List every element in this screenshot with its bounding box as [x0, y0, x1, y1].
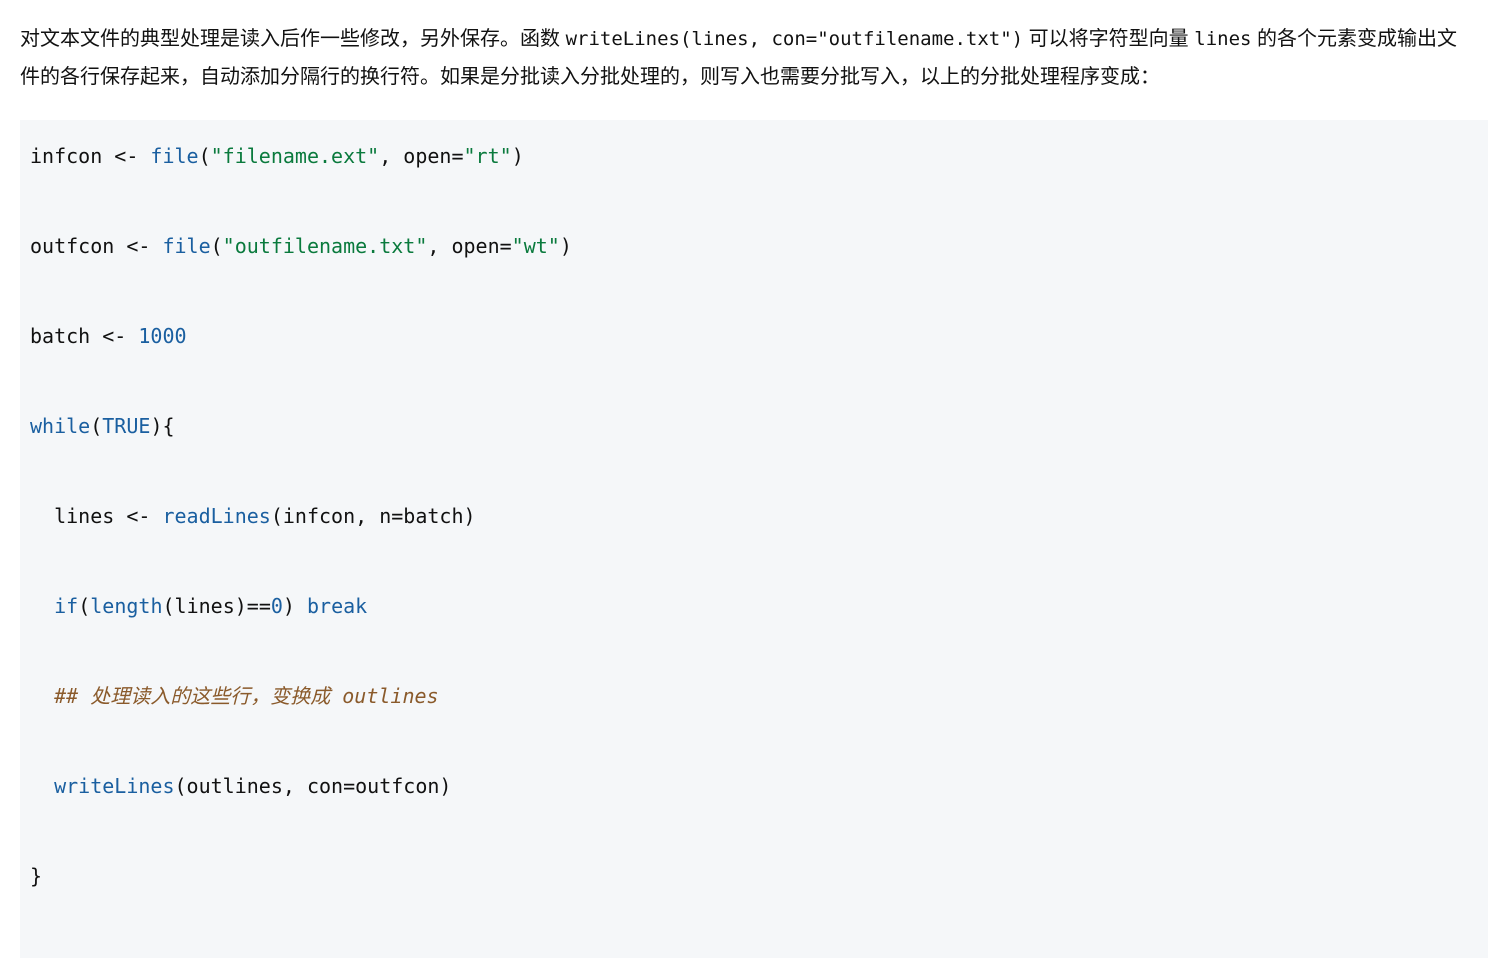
prose-text: 对文本文件的典型处理是读入后作一些修改，另外保存。函数: [20, 28, 566, 50]
code-line: batch <- 1000: [30, 314, 1472, 359]
code-line: if(length(lines)==0) break: [30, 584, 1472, 629]
code-line: ## 处理读入的这些行，变换成 outlines: [30, 674, 1472, 719]
code-block: infcon <- file("filename.ext", open="rt"…: [20, 120, 1488, 958]
code-line: infcon <- file("filename.ext", open="rt"…: [30, 134, 1472, 179]
paragraph: 对文本文件的典型处理是读入后作一些修改，另外保存。函数 writeLines(l…: [20, 20, 1468, 96]
code-line: while(TRUE){: [30, 404, 1472, 449]
code-line: outfcon <- file("outfilename.txt", open=…: [30, 224, 1472, 269]
code-line: writeLines(outlines, con=outfcon): [30, 764, 1472, 809]
inline-code: lines: [1194, 28, 1251, 50]
code-line: lines <- readLines(infcon, n=batch): [30, 494, 1472, 539]
prose-text: 可以将字符型向量: [1023, 28, 1194, 50]
code-line: }: [30, 854, 1472, 899]
inline-code: writeLines(lines, con="outfilename.txt"): [566, 28, 1024, 50]
